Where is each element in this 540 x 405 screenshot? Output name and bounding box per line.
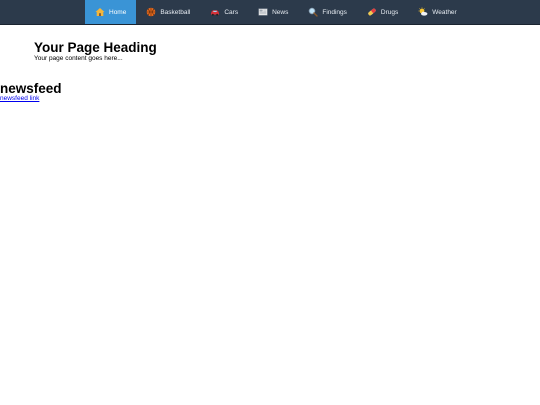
nav-item-home[interactable]: Home — [85, 0, 137, 24]
nav-item-weather[interactable]: Weather — [408, 0, 466, 24]
nav-item-label: Findings — [322, 8, 347, 16]
newspaper-icon — [258, 7, 268, 17]
nav-item-cars[interactable]: Cars — [200, 0, 248, 24]
nav-item-basketball[interactable]: Basketball — [136, 0, 200, 24]
nav-item-label: Basketball — [160, 8, 191, 16]
newsfeed-link[interactable]: newsfeed link — [0, 95, 39, 103]
nav-item-news[interactable]: News — [248, 0, 298, 24]
magnifier-icon — [308, 7, 319, 17]
home-icon — [95, 7, 105, 17]
car-icon — [210, 7, 220, 17]
nav-item-label: Weather — [432, 8, 457, 16]
nav-item-drugs[interactable]: Drugs — [357, 0, 408, 24]
nav-item-label: Cars — [224, 8, 239, 16]
nav-item-label: Drugs — [380, 8, 399, 16]
pill-icon — [367, 7, 377, 17]
basketball-icon — [146, 7, 156, 17]
nav-item-findings[interactable]: Findings — [298, 0, 357, 24]
page-heading: Your Page Heading — [34, 40, 157, 55]
nav-item-label: Home — [109, 8, 127, 16]
page-content-text: Your page content goes here... — [34, 55, 123, 62]
top-navbar: Home Basketball Cars News Findings Drugs… — [0, 0, 540, 25]
sun-cloud-icon — [418, 7, 428, 17]
nav-menu: Home Basketball Cars News Findings Drugs… — [85, 0, 467, 24]
nav-item-label: News — [272, 8, 289, 16]
